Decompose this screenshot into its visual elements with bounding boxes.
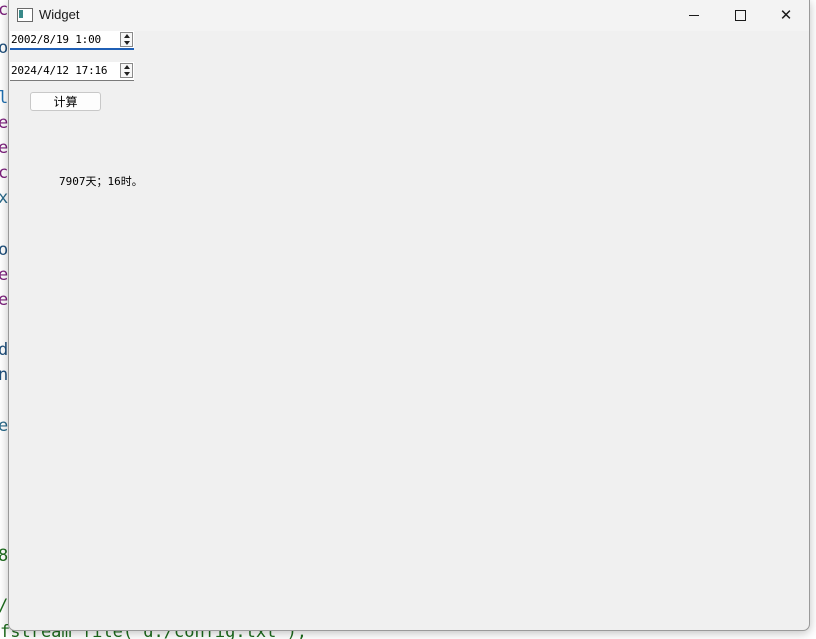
start-datetime-spinner (120, 32, 133, 47)
maximize-icon (734, 9, 746, 21)
end-datetime-edit[interactable]: 2024/4/12 17:16 (10, 62, 134, 81)
bg-code-fragment: e (0, 416, 9, 436)
up-arrow-icon (123, 34, 130, 38)
bg-code-fragment: o (0, 38, 9, 58)
title-bar[interactable]: Widget ✕ (9, 0, 809, 31)
bg-code-fragment: / (0, 596, 8, 616)
bg-code-fragment: 8 (0, 546, 9, 566)
calculate-button[interactable]: 计算 (30, 92, 101, 111)
end-datetime-value: 2024/4/12 17:16 (11, 64, 108, 77)
maximize-button[interactable] (717, 0, 763, 30)
bg-code-fragment: e (0, 290, 9, 310)
minimize-button[interactable] (671, 0, 717, 30)
bg-code-fragment: l (0, 88, 9, 108)
end-datetime-spinner (120, 63, 133, 78)
start-datetime-value: 2002/8/19 1:00 (11, 33, 101, 46)
app-icon (17, 8, 33, 22)
bg-code-fragment: d (0, 340, 9, 360)
minimize-icon (689, 14, 699, 16)
widget-window: Widget ✕ 2002/8/19 1:00 2024/4/12 17:16 … (8, 0, 810, 631)
spin-up-button[interactable] (121, 33, 132, 39)
up-arrow-icon (123, 65, 130, 69)
down-arrow-icon (123, 72, 130, 76)
start-datetime-edit[interactable]: 2002/8/19 1:00 (10, 31, 134, 50)
spin-down-button[interactable] (121, 71, 132, 77)
down-arrow-icon (123, 41, 130, 45)
spin-down-button[interactable] (121, 40, 132, 46)
bg-code-fragment: c (0, 0, 9, 20)
bg-code-fragment: e (0, 113, 9, 133)
window-title: Widget (39, 7, 80, 22)
bg-code-fragment: c (0, 163, 9, 183)
close-icon: ✕ (779, 6, 793, 24)
bg-code-fragment: n (0, 365, 9, 385)
bg-code-fragment: o (0, 240, 9, 260)
result-label: 7907天；16时。 (59, 175, 143, 188)
bg-code-fragment: x (0, 188, 9, 208)
bg-code-fragment: e (0, 265, 9, 285)
spin-up-button[interactable] (121, 64, 132, 70)
bg-code-fragment: e (0, 138, 9, 158)
close-button[interactable]: ✕ (763, 0, 809, 30)
